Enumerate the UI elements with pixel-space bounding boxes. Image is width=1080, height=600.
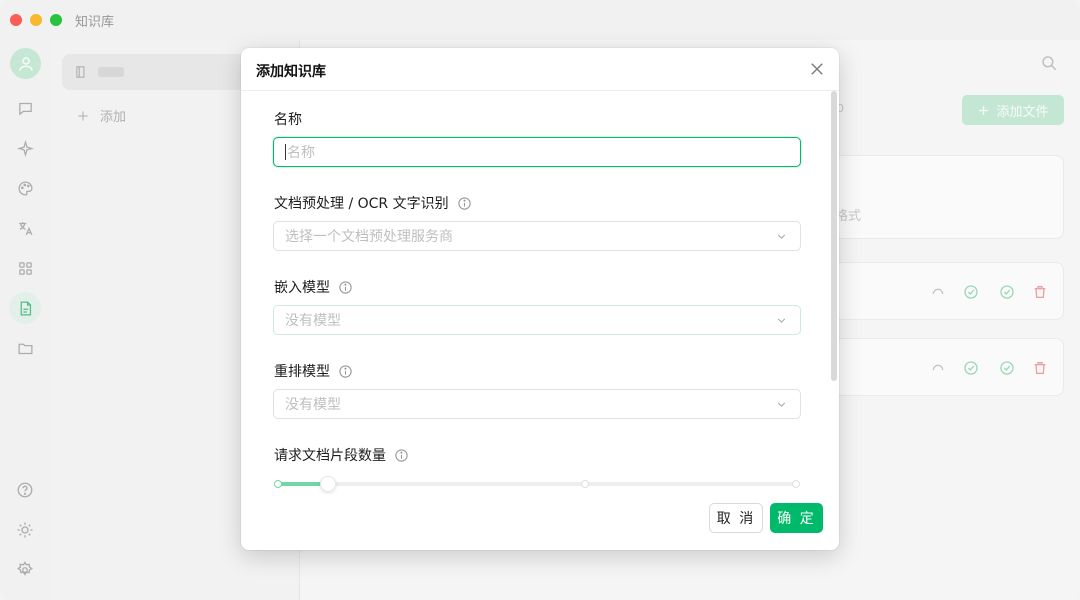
embedding-label: 嵌入模型: [274, 277, 353, 297]
slider-mark: [274, 480, 282, 488]
embedding-placeholder: 没有模型: [285, 313, 341, 329]
info-icon[interactable]: [338, 280, 353, 295]
preprocess-label-text: 文档预处理 / OCR 文字识别: [274, 196, 449, 212]
chevron-down-icon: [777, 402, 786, 407]
chevron-down-icon: [777, 318, 786, 323]
info-icon[interactable]: [394, 448, 409, 463]
dialog-header: 添加知识库: [241, 48, 839, 91]
rerank-select[interactable]: 没有模型: [273, 389, 801, 419]
name-input[interactable]: 名称: [273, 137, 801, 167]
chevron-down-icon: [777, 234, 786, 239]
add-knowledge-base-dialog: 添加知识库 名称 名称 文档预处理 / OCR 文字识别 选择一个文档预处理服务…: [241, 48, 839, 550]
preprocess-label: 文档预处理 / OCR 文字识别: [274, 193, 472, 213]
embedding-select[interactable]: 没有模型: [273, 305, 801, 335]
slider-mark: [792, 480, 800, 488]
slider-handle[interactable]: [320, 476, 336, 492]
close-icon[interactable]: [808, 60, 826, 78]
dialog-title: 添加知识库: [256, 64, 326, 80]
chunks-label-text: 请求文档片段数量: [274, 448, 386, 464]
dialog-scrollbar[interactable]: [831, 91, 837, 381]
text-caret: [285, 144, 286, 160]
embedding-label-text: 嵌入模型: [274, 280, 330, 296]
info-icon[interactable]: [338, 364, 353, 379]
info-icon[interactable]: [457, 196, 472, 211]
confirm-button[interactable]: 确 定: [770, 503, 823, 533]
name-placeholder: 名称: [287, 145, 315, 161]
app-window: 知识库 添加 0 添加文件 格式 添加知识库 名称 名称 文档预处理 / OCR…: [0, 0, 1080, 600]
chunks-label: 请求文档片段数量: [274, 445, 409, 465]
rerank-label-text: 重排模型: [274, 364, 330, 380]
preprocess-select[interactable]: 选择一个文档预处理服务商: [273, 221, 801, 251]
rerank-placeholder: 没有模型: [285, 397, 341, 413]
rerank-label: 重排模型: [274, 361, 353, 381]
preprocess-placeholder: 选择一个文档预处理服务商: [285, 229, 453, 245]
name-label: 名称: [274, 109, 302, 129]
chunks-slider[interactable]: [274, 476, 800, 492]
name-label-text: 名称: [274, 112, 302, 128]
slider-mark: [581, 480, 589, 488]
cancel-button[interactable]: 取 消: [709, 503, 763, 533]
